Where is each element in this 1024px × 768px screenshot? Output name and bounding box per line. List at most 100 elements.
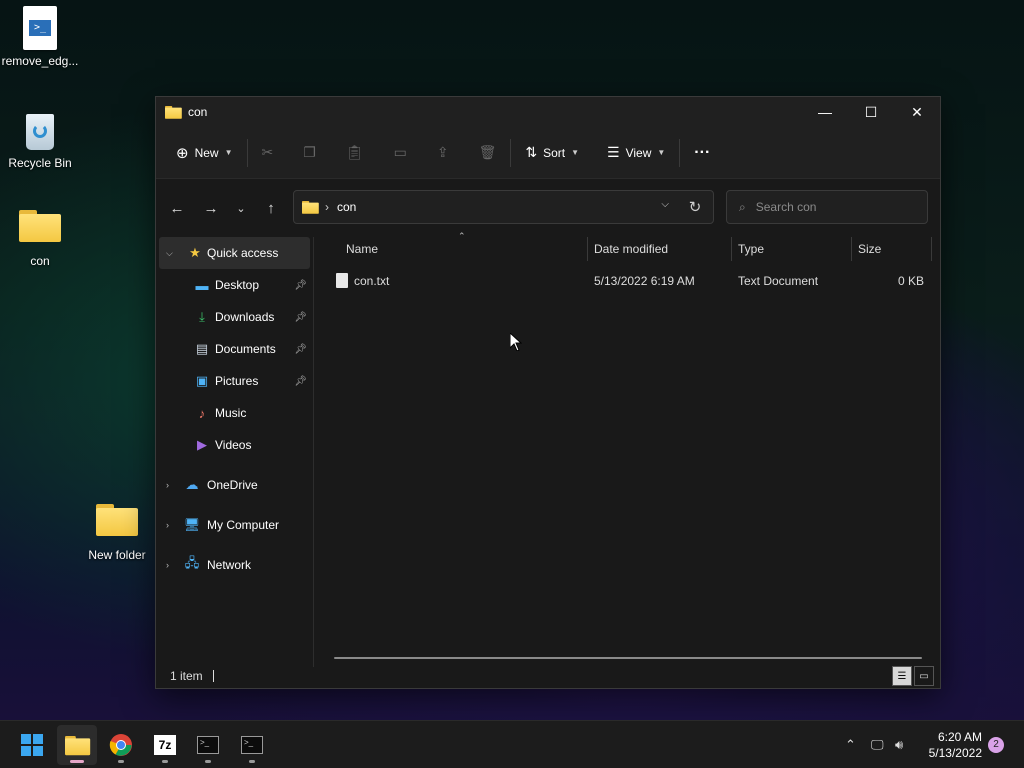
chevron-right-icon[interactable]: › <box>166 520 169 530</box>
forward-button[interactable]: → <box>196 200 226 217</box>
maximize-button[interactable]: ☐ <box>848 97 894 127</box>
pin-icon: 📌︎ <box>294 375 307 387</box>
view-button-label: View <box>625 145 652 160</box>
nav-item-documents[interactable]: ▤ Documents 📌︎ <box>156 333 313 365</box>
sort-button-label: Sort <box>543 145 566 160</box>
new-button[interactable]: ⊕ New ▼ <box>168 138 241 168</box>
sort-button[interactable]: ⇅ Sort ▼ <box>517 138 587 167</box>
nav-label: Downloads <box>215 310 275 324</box>
column-header-size[interactable]: Size <box>858 237 928 261</box>
music-icon: ♪ <box>198 405 206 421</box>
video-icon: ▶ <box>197 437 207 452</box>
breadcrumb-item[interactable]: con <box>337 200 356 214</box>
nav-onedrive[interactable]: › ☁ OneDrive <box>156 469 313 501</box>
chrome-icon <box>109 734 132 756</box>
windows-logo-icon <box>21 734 43 756</box>
file-date: 5/13/2022 6:19 AM <box>594 274 695 288</box>
folder-icon <box>165 105 182 119</box>
desktop-icon-label: Recycle Bin <box>8 156 72 170</box>
taskbar-chrome[interactable] <box>101 725 141 765</box>
chevron-right-icon[interactable]: › <box>166 480 169 490</box>
taskbar-terminal-1[interactable]: >_ <box>188 725 228 765</box>
clock[interactable]: 6:20 AM 5/13/2022 <box>922 729 982 761</box>
address-bar[interactable]: › con ⌵ ↻ <box>293 190 714 224</box>
nav-item-desktop[interactable]: ▬ Desktop 📌︎ <box>156 269 313 301</box>
nav-item-videos[interactable]: ▶ Videos <box>156 429 313 461</box>
nav-item-pictures[interactable]: ▣ Pictures 📌︎ <box>156 365 313 397</box>
table-row[interactable]: con.txt 5/13/2022 6:19 AM Text Document … <box>316 269 940 293</box>
column-header-date-modified[interactable]: Date modified <box>594 237 729 261</box>
chevron-down-icon: ▼ <box>657 148 666 157</box>
status-bar: 1 item ☰ ▭ <box>156 664 940 688</box>
nav-label: Desktop <box>215 278 260 292</box>
up-button[interactable]: ↑ <box>256 200 286 217</box>
details-view-button[interactable]: ☰ <box>892 666 912 686</box>
column-header-name[interactable]: Name <box>346 237 584 261</box>
window-title: con <box>188 105 208 119</box>
taskbar-file-explorer[interactable] <box>57 725 97 765</box>
pin-icon: 📌︎ <box>294 343 307 355</box>
download-icon: ⤓ <box>199 309 205 324</box>
network-status-icon[interactable]: 🖵︎ <box>871 737 884 753</box>
recent-locations-button[interactable]: ⌄ <box>226 202 256 215</box>
notification-badge[interactable]: 2 <box>988 737 1004 753</box>
desktop-icon-con-folder[interactable]: con <box>0 208 80 268</box>
share-button[interactable]: ⇪ <box>429 138 457 167</box>
desktop-icon-new-folder[interactable]: New folder <box>77 502 157 562</box>
mouse-cursor-icon <box>510 333 522 351</box>
search-icon: ⌕ <box>739 199 746 214</box>
desktop-icon-label: con <box>30 254 50 268</box>
clock-date: 5/13/2022 <box>928 746 982 760</box>
show-hidden-icons-chevron-icon[interactable]: ⌃ <box>845 737 856 753</box>
network-icon: 🖧︎ <box>184 555 200 570</box>
rename-icon: ▭ <box>393 144 407 160</box>
nav-network[interactable]: › 🖧︎ Network <box>156 549 313 581</box>
view-list-icon: ☰ <box>607 144 620 160</box>
chevron-down-icon[interactable]: ⌵ <box>661 199 669 210</box>
cloud-icon: ☁ <box>185 477 199 492</box>
nav-label: Music <box>215 406 247 420</box>
refresh-button[interactable]: ↻ <box>677 191 713 223</box>
start-button[interactable] <box>12 725 52 765</box>
desktop-icon-remove-edge[interactable]: >_ remove_edg... <box>0 6 80 68</box>
back-button[interactable]: ← <box>162 200 192 217</box>
desktop-icon-label: remove_edg... <box>1 54 79 68</box>
horizontal-scrollbar[interactable] <box>334 657 922 659</box>
desktop-icon-recycle-bin[interactable]: Recycle Bin <box>0 108 80 170</box>
pin-icon: 📌︎ <box>294 279 307 291</box>
file-name: con.txt <box>354 274 390 288</box>
cut-button[interactable]: ✂ <box>254 138 282 167</box>
nav-my-computer[interactable]: › 🖥︎ My Computer <box>156 509 313 541</box>
paste-button[interactable]: 📋︎ <box>338 138 372 167</box>
desktop-icon-label: New folder <box>88 548 146 562</box>
pictures-icon: ▣ <box>195 373 209 388</box>
delete-button[interactable]: 🗑︎ <box>471 138 505 167</box>
taskbar-terminal-2[interactable]: >_ <box>232 725 272 765</box>
recycle-bin-icon <box>23 108 57 152</box>
close-button[interactable]: ✕ <box>894 97 940 127</box>
nav-item-downloads[interactable]: ⤓ Downloads 📌︎ <box>156 301 313 333</box>
terminal-icon: >_ <box>241 736 263 754</box>
minimize-button[interactable]: — <box>802 97 848 127</box>
taskbar-7zip[interactable]: 7z <box>145 725 185 765</box>
search-input[interactable] <box>755 200 906 214</box>
copy-button[interactable]: ❐ <box>295 138 324 167</box>
title-bar[interactable]: con — ☐ ✕ <box>156 97 940 127</box>
desktop-icon: ▬ <box>195 277 209 293</box>
large-icons-view-button[interactable]: ▭ <box>914 666 934 686</box>
rename-button[interactable]: ▭ <box>386 138 415 167</box>
nav-quick-access[interactable]: ⌵ ★ Quick access <box>159 237 310 269</box>
volume-icon[interactable]: 🔊︎ <box>895 737 903 753</box>
folder-icon <box>96 502 138 536</box>
command-bar: ⊕ New ▼ ✂ ❐ 📋︎ ▭ ⇪ 🗑︎ ⇅ Sort ▼ ☰ View ▼ … <box>156 127 940 179</box>
chevron-right-icon[interactable]: › <box>166 560 169 570</box>
trash-icon: 🗑︎ <box>478 144 497 160</box>
column-header-type[interactable]: Type <box>738 237 848 261</box>
more-options-button[interactable]: ··· <box>686 138 718 168</box>
chevron-down-icon[interactable]: ⌵ <box>166 248 173 259</box>
scissors-icon: ✂ <box>261 144 274 160</box>
view-button[interactable]: ☰ View ▼ <box>599 138 673 167</box>
search-box[interactable]: ⌕ <box>726 190 928 224</box>
nav-item-music[interactable]: ♪ Music <box>156 397 313 429</box>
taskbar: 7z >_ >_ ⌃ 🖵︎ 🔊︎ 6:20 AM 5/13/2022 2 <box>0 720 1024 768</box>
